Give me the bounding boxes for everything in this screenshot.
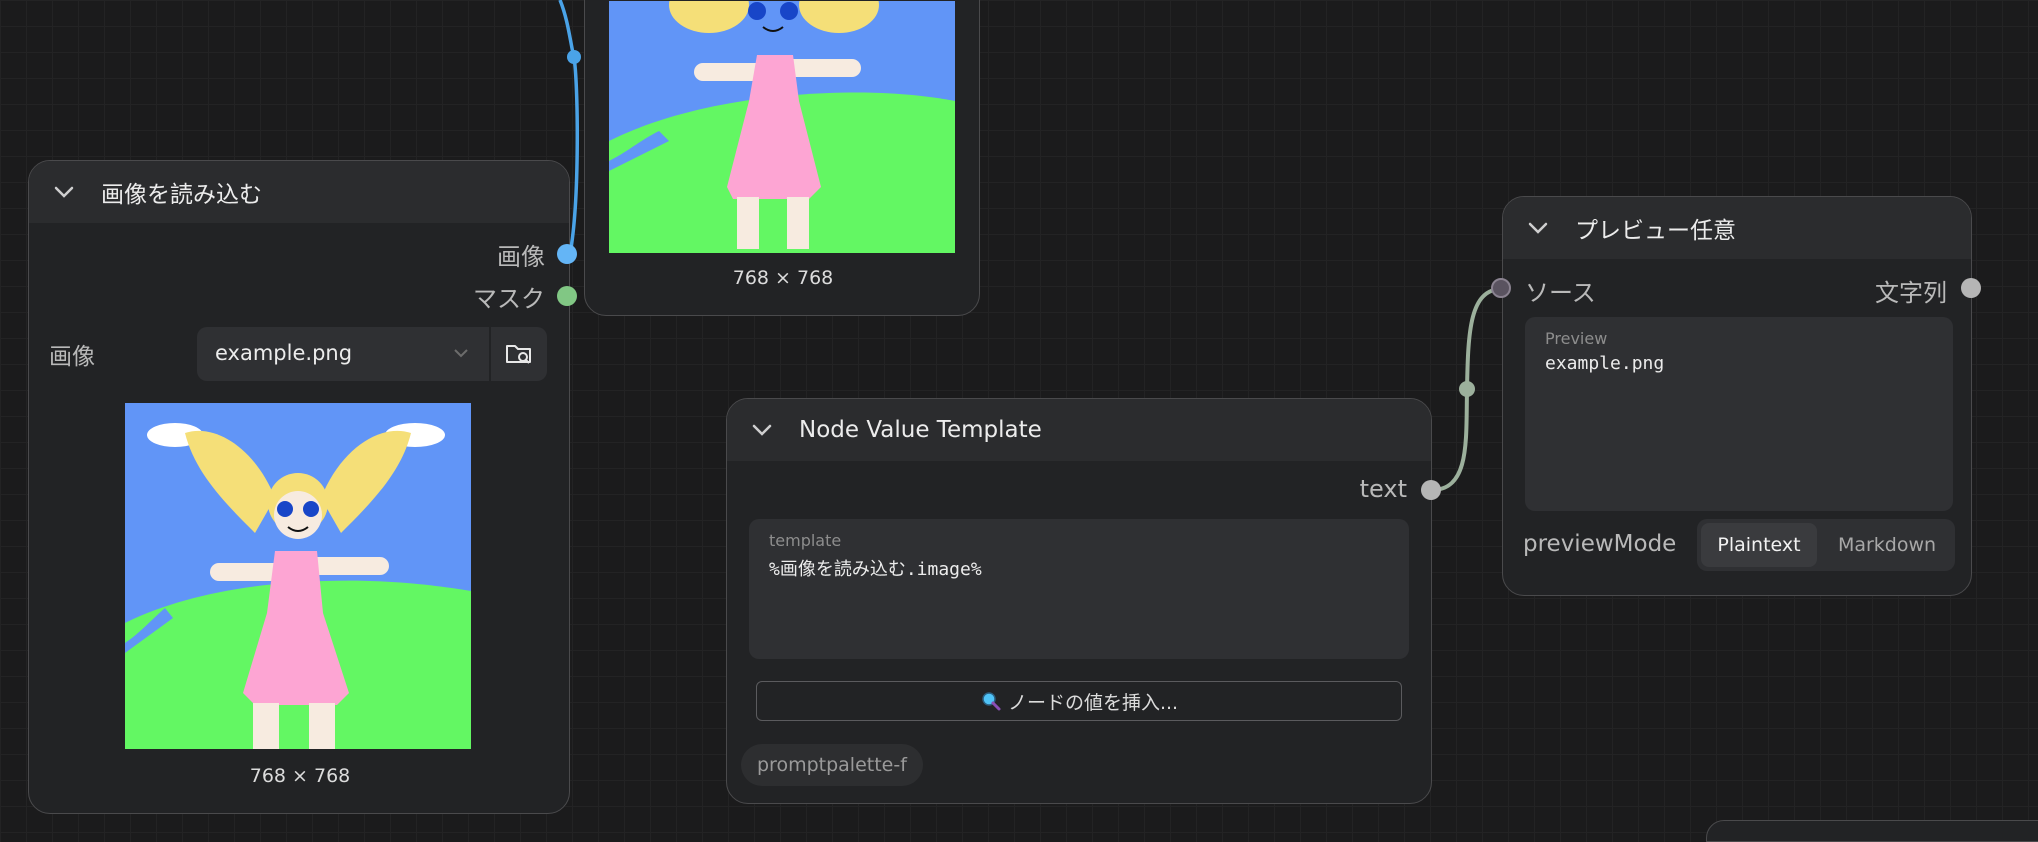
template-value: %画像を読み込む.image% <box>769 559 982 580</box>
output-string-slot[interactable] <box>1961 278 1981 298</box>
loaded-image <box>125 403 471 749</box>
image-link-midpoint <box>567 50 581 64</box>
text-link <box>1431 287 1503 492</box>
chevron-down-icon <box>451 343 471 367</box>
node-title: 画像を読み込む <box>101 182 262 208</box>
mode-plaintext-option[interactable]: Plaintext <box>1701 523 1817 567</box>
output-text-slot[interactable] <box>1421 480 1441 500</box>
preview-image <box>609 1 955 253</box>
image-dimensions: 768 × 768 <box>249 765 351 787</box>
browse-folder-button[interactable] <box>491 327 547 381</box>
node-header[interactable]: Node Value Template <box>727 399 1431 461</box>
load-image-node[interactable]: 画像を読み込む 画像 マスク 画像 example.png 768 × 768 <box>28 160 570 814</box>
preview-mode-toggle[interactable]: Plaintext Markdown <box>1697 519 1955 571</box>
file-select-value: example.png <box>215 341 353 365</box>
output-image-slot[interactable] <box>557 244 577 264</box>
node-header[interactable]: プレビュー任意 <box>1503 197 1971 259</box>
output-mask-slot[interactable] <box>557 286 577 306</box>
badge-label: promptpalette-f <box>757 754 907 776</box>
node-value-template-node[interactable]: Node Value Template text template %画像を読み… <box>726 398 1432 804</box>
preview-textarea[interactable]: Preview example.png <box>1525 317 1953 511</box>
insert-button-label: ノードの値を挿入... <box>1007 691 1179 714</box>
chevron-down-icon[interactable] <box>1525 215 1551 241</box>
image-widget-label: 画像 <box>49 344 95 370</box>
offscreen-node-edge <box>1706 820 2038 842</box>
preview-mode-label: previewMode <box>1523 531 1677 557</box>
output-mask-label: マスク <box>473 285 545 313</box>
output-text-label: text <box>1359 475 1407 503</box>
template-textarea[interactable]: template %画像を読み込む.image% <box>749 519 1409 659</box>
input-source-label: ソース <box>1525 279 1596 307</box>
magnifier-icon <box>982 692 1001 711</box>
preview-dimensions: 768 × 768 <box>732 267 834 289</box>
preview-label: Preview <box>1545 329 1608 348</box>
mode-markdown-option[interactable]: Markdown <box>1823 523 1951 567</box>
chevron-down-icon[interactable] <box>749 417 775 443</box>
node-header[interactable]: 画像を読み込む <box>29 161 569 223</box>
image-preview-node[interactable]: 768 × 768 <box>584 0 980 316</box>
input-source-slot[interactable] <box>1491 278 1511 298</box>
file-select[interactable]: example.png <box>197 327 489 381</box>
node-title: プレビュー任意 <box>1575 218 1736 244</box>
markdown-label: Markdown <box>1837 534 1937 556</box>
folder-search-icon <box>506 345 531 364</box>
text-link-midpoint <box>1459 381 1475 397</box>
node-source-badge: promptpalette-f <box>741 744 923 786</box>
plaintext-label: Plaintext <box>1717 534 1801 556</box>
preview-value: example.png <box>1545 353 1665 374</box>
template-label: template <box>769 531 842 550</box>
insert-node-value-button[interactable]: ノードの値を挿入... <box>756 681 1402 721</box>
preview-any-node[interactable]: プレビュー任意 ソース 文字列 Preview example.png prev… <box>1502 196 1972 596</box>
output-image-label: 画像 <box>497 243 545 271</box>
chevron-down-icon[interactable] <box>51 179 77 205</box>
node-title: Node Value Template <box>799 417 1042 443</box>
output-string-label: 文字列 <box>1875 279 1947 307</box>
